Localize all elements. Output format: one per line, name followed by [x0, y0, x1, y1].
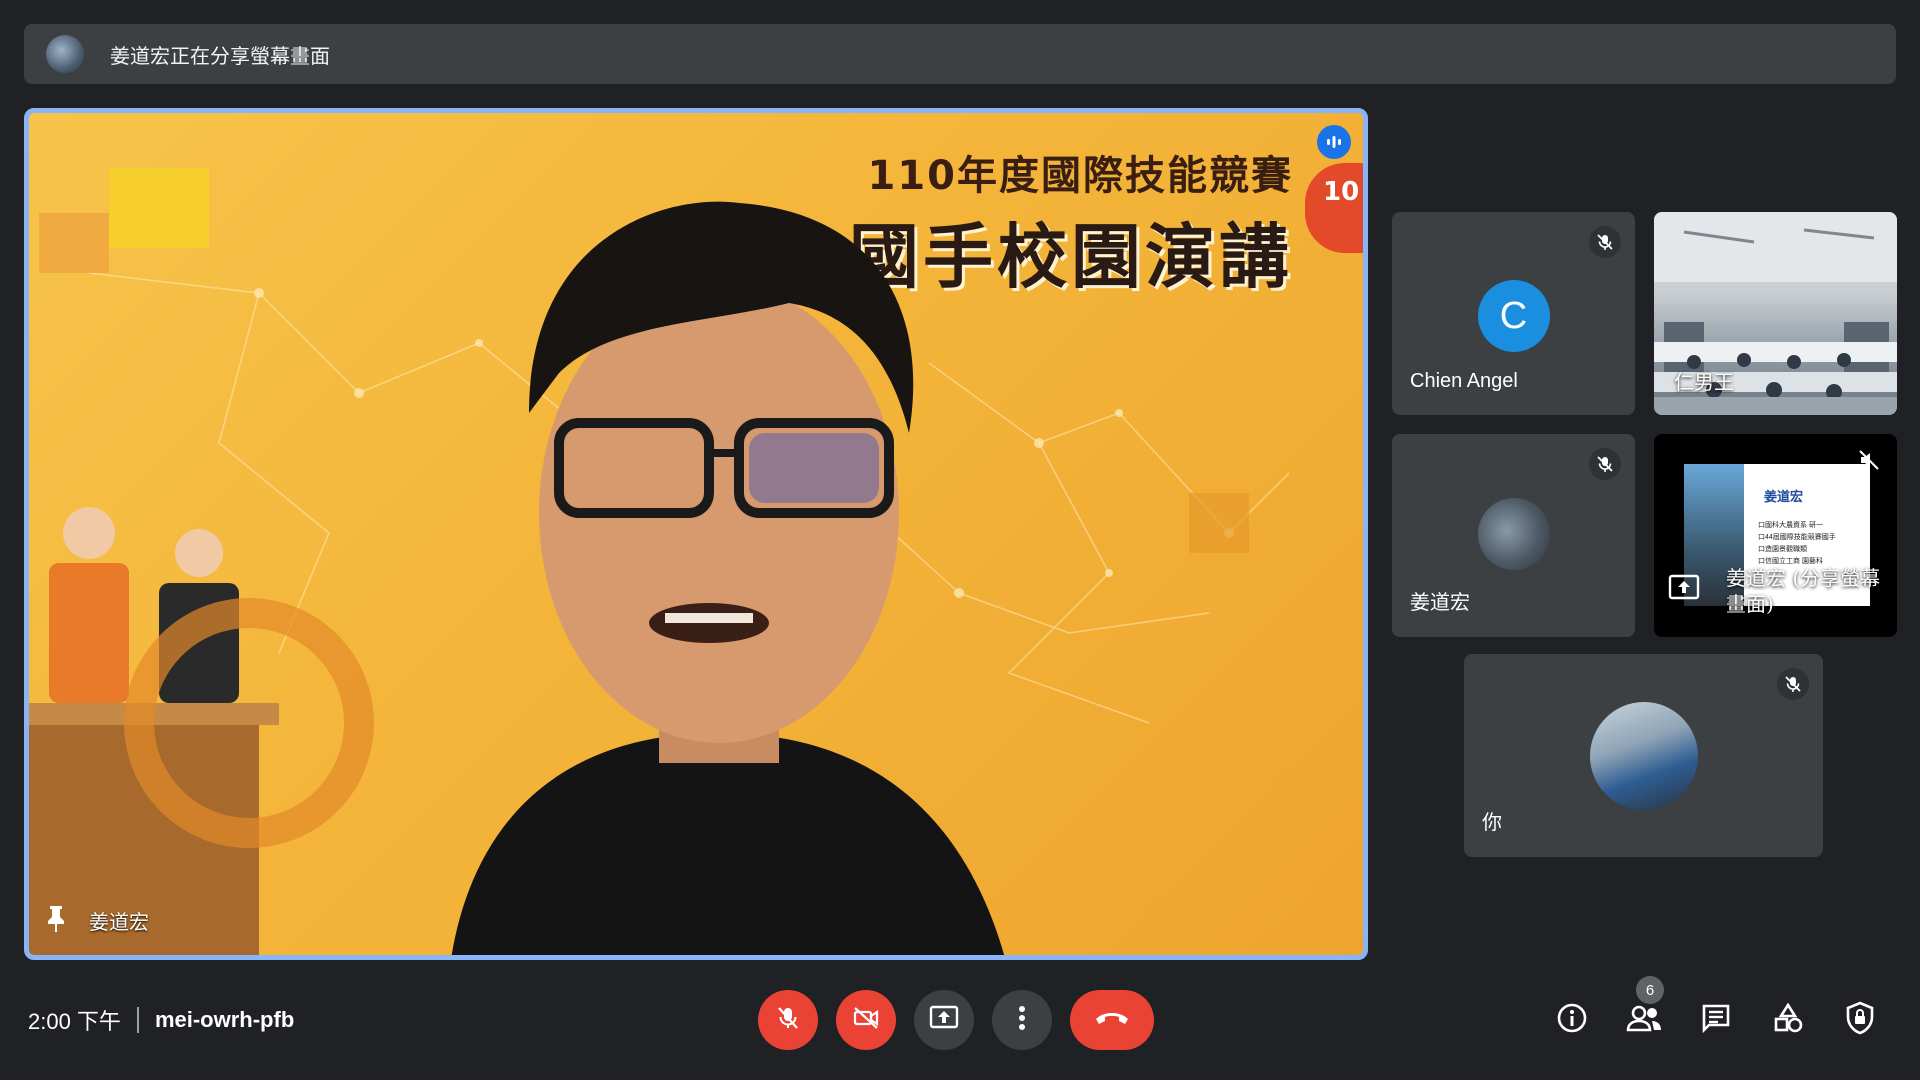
avatar [1477, 498, 1550, 570]
meeting-code: mei-owrh-pfb [154, 1007, 295, 1032]
more-options-button[interactable] [992, 990, 1052, 1050]
avatar [1589, 702, 1698, 810]
mic-off-icon [1589, 226, 1621, 258]
more-vert-icon [1018, 1005, 1026, 1036]
present-screen-icon [1668, 574, 1700, 605]
speaking-indicator-icon [1317, 125, 1351, 159]
call-end-icon [1093, 1009, 1131, 1032]
speaker-video [451, 201, 1005, 955]
corner-badge: 10 [1305, 163, 1363, 253]
participant-name: 仁男王 [1674, 370, 1734, 394]
info-icon [1556, 1002, 1588, 1039]
presenter-avatar [46, 35, 84, 73]
participant-tile-self[interactable]: 你 [1464, 654, 1823, 857]
participant-tile-chien-angel[interactable]: C Chien Angel [1392, 212, 1635, 415]
volume-off-icon [1857, 448, 1881, 477]
activities-icon [1772, 1002, 1804, 1039]
mic-off-icon [1777, 668, 1809, 700]
divider [136, 1007, 139, 1033]
participant-name: 姜道宏 [1410, 590, 1470, 614]
participant-tile-presentation[interactable]: 姜道宏 口國科大農資系 研一 口44屆國際技能競賽國手 口造園景觀職類 口信國立… [1654, 434, 1897, 637]
videocam-off-icon [852, 1005, 880, 1036]
meeting-time: 2:00 下午 [28, 1009, 121, 1034]
present-screen-icon [929, 1005, 959, 1036]
host-controls-icon [1845, 1001, 1875, 1040]
pinned-name-label: 姜道宏 [45, 904, 149, 937]
presentation-banner: 姜道宏正在分享螢幕畫面 [24, 24, 1896, 84]
participant-count-badge: 6 [1636, 976, 1664, 1004]
pin-icon[interactable] [45, 904, 67, 937]
slide-line: 口44屆國際技能競賽國手 [1758, 534, 1836, 541]
banner-text: 姜道宏正在分享螢幕畫面 [110, 43, 330, 68]
present-now-button[interactable] [914, 990, 974, 1050]
avatar: C [1477, 280, 1550, 352]
chat-icon [1700, 1002, 1732, 1039]
leave-call-button[interactable] [1070, 990, 1154, 1050]
slide-line: 口國科大農資系 研一 [1758, 522, 1823, 529]
meeting-details-button[interactable] [1552, 1000, 1592, 1040]
pinned-video-tile[interactable]: 110年度國際技能競賽 國手校園演講 10 姜道宏 [24, 108, 1368, 960]
participants-button[interactable]: 6 [1624, 976, 1664, 1040]
mic-off-icon [1589, 448, 1621, 480]
pinned-participant-name: 姜道宏 [89, 910, 149, 934]
activities-button[interactable] [1768, 1000, 1808, 1040]
mic-toggle-button[interactable] [758, 990, 818, 1050]
camera-toggle-button[interactable] [836, 990, 896, 1050]
mic-off-icon [775, 1005, 801, 1036]
participant-name: Chien Angel [1410, 370, 1518, 392]
participant-name: 姜道宏 (分享螢幕畫面) [1726, 566, 1881, 616]
meeting-info: 2:00 下午 mei-owrh-pfb [28, 1004, 294, 1036]
slide-line: 口造園景觀職類 [1758, 546, 1807, 553]
side-controls: 6 [1552, 976, 1880, 1040]
participant-tile-jiang[interactable]: 姜道宏 [1392, 434, 1635, 637]
participant-name: 你 [1482, 810, 1502, 834]
people-icon [1626, 1004, 1662, 1037]
slide-title: 姜道宏 [1764, 489, 1804, 504]
participant-tile-classroom[interactable]: 仁男王 [1654, 212, 1897, 415]
chat-button[interactable] [1696, 1000, 1736, 1040]
host-controls-button[interactable] [1840, 1000, 1880, 1040]
